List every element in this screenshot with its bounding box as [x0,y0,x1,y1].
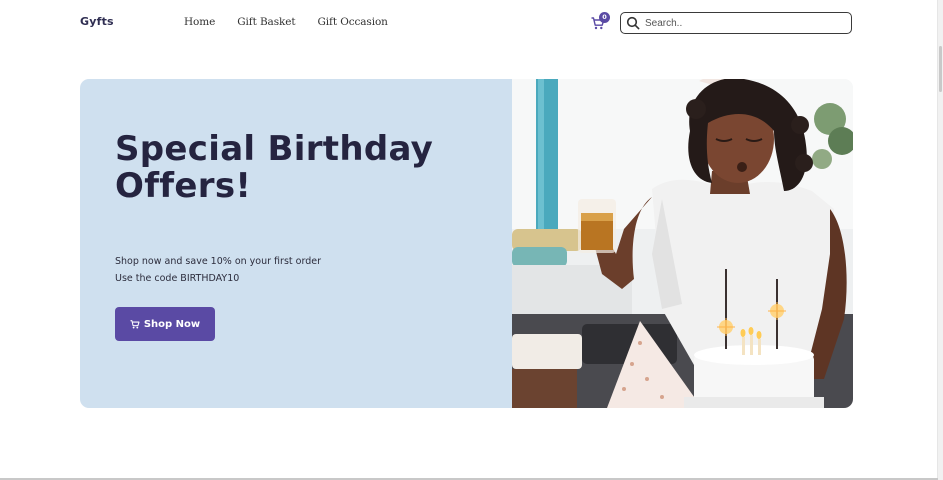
nav-item-gift-basket[interactable]: Gift Basket [237,16,295,28]
search-input[interactable] [645,17,835,29]
search-box[interactable] [620,12,852,34]
main-nav: Home Gift Basket Gift Occasion [184,16,388,28]
hero-text-panel: Special Birthday Offers! Shop now and sa… [80,79,512,408]
hero-banner: Special Birthday Offers! Shop now and sa… [80,79,853,408]
hero-code-text: Use the code BIRTHDAY10 [115,273,240,284]
shop-now-button[interactable]: Shop Now [115,307,215,341]
nav-item-home[interactable]: Home [184,16,215,28]
shop-now-label: Shop Now [143,318,201,330]
search-icon [626,16,640,30]
cart-icon [130,319,140,329]
birthday-photo [512,79,853,408]
hero-offer-text: Shop now and save 10% on your first orde… [115,256,321,267]
nav-item-gift-occasion[interactable]: Gift Occasion [318,16,388,28]
scrollbar[interactable] [937,0,943,480]
hero-image [512,79,853,408]
hero-title: Special Birthday Offers! [115,129,434,206]
cart-count-badge: 0 [599,12,610,23]
scrollbar-thumb[interactable] [939,46,942,92]
logo[interactable]: Gyfts [80,15,114,28]
header: Gyfts Home Gift Basket Gift Occasion 0 [0,0,938,46]
